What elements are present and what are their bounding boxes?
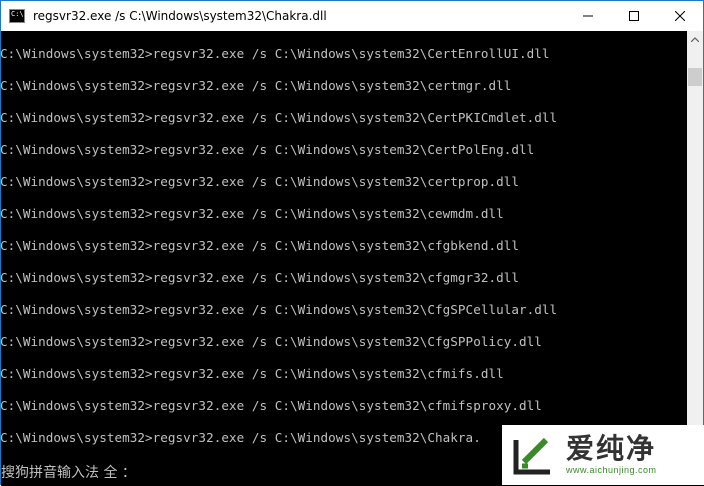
console-line: C:\Windows\system32>regsvr32.exe /s C:\W… — [1, 142, 535, 157]
vertical-scrollbar[interactable] — [687, 31, 703, 456]
window-title: regsvr32.exe /s C:\Windows\system32\Chak… — [33, 9, 327, 23]
console-line: C:\Windows\system32>regsvr32.exe /s C:\W… — [1, 238, 519, 253]
maximize-icon — [629, 11, 639, 21]
console-line: C:\Windows\system32>regsvr32.exe /s C:\W… — [1, 206, 504, 221]
console-line: C:\Windows\system32>regsvr32.exe /s C:\W… — [1, 270, 519, 285]
console-line: C:\Windows\system32>regsvr32.exe /s C:\W… — [1, 302, 558, 317]
scroll-thumb[interactable] — [688, 68, 702, 86]
console-output[interactable]: C:\Windows\system32>regsvr32.exe /s C:\W… — [1, 31, 687, 456]
console-line: C:\Windows\system32>regsvr32.exe /s C:\W… — [1, 430, 481, 445]
watermark-url: www.aichunjing.com — [566, 465, 657, 475]
maximize-button[interactable] — [611, 1, 657, 31]
close-button[interactable] — [657, 1, 703, 31]
console-line: C:\Windows\system32>regsvr32.exe /s C:\W… — [1, 78, 512, 93]
console-window: C:\ regsvr32.exe /s C:\Windows\system32\… — [0, 0, 704, 486]
aichunjing-logo-icon — [513, 437, 550, 475]
console-line: C:\Windows\system32>regsvr32.exe /s C:\W… — [1, 110, 558, 125]
close-icon — [675, 11, 685, 21]
scroll-up-button[interactable] — [687, 31, 703, 48]
cmd-icon[interactable]: C:\ — [9, 9, 25, 23]
watermark: 爱纯净 www.aichunjing.com — [502, 425, 704, 485]
watermark-brand: 爱纯净 — [566, 432, 657, 465]
cmd-icon-label: C:\ — [11, 10, 24, 18]
minimize-icon — [583, 15, 593, 17]
console-line: C:\Windows\system32>regsvr32.exe /s C:\W… — [1, 46, 550, 61]
console-line: C:\Windows\system32>regsvr32.exe /s C:\W… — [1, 398, 542, 413]
console-line: C:\Windows\system32>regsvr32.exe /s C:\W… — [1, 334, 542, 349]
scroll-up-arrow-icon — [691, 37, 699, 42]
ime-status-text: 搜狗拼音输入法 全 ： — [1, 465, 136, 481]
console-line: C:\Windows\system32>regsvr32.exe /s C:\W… — [1, 366, 504, 381]
title-bar[interactable]: C:\ regsvr32.exe /s C:\Windows\system32\… — [1, 1, 703, 31]
minimize-button[interactable] — [565, 1, 611, 31]
console-line: C:\Windows\system32>regsvr32.exe /s C:\W… — [1, 174, 519, 189]
